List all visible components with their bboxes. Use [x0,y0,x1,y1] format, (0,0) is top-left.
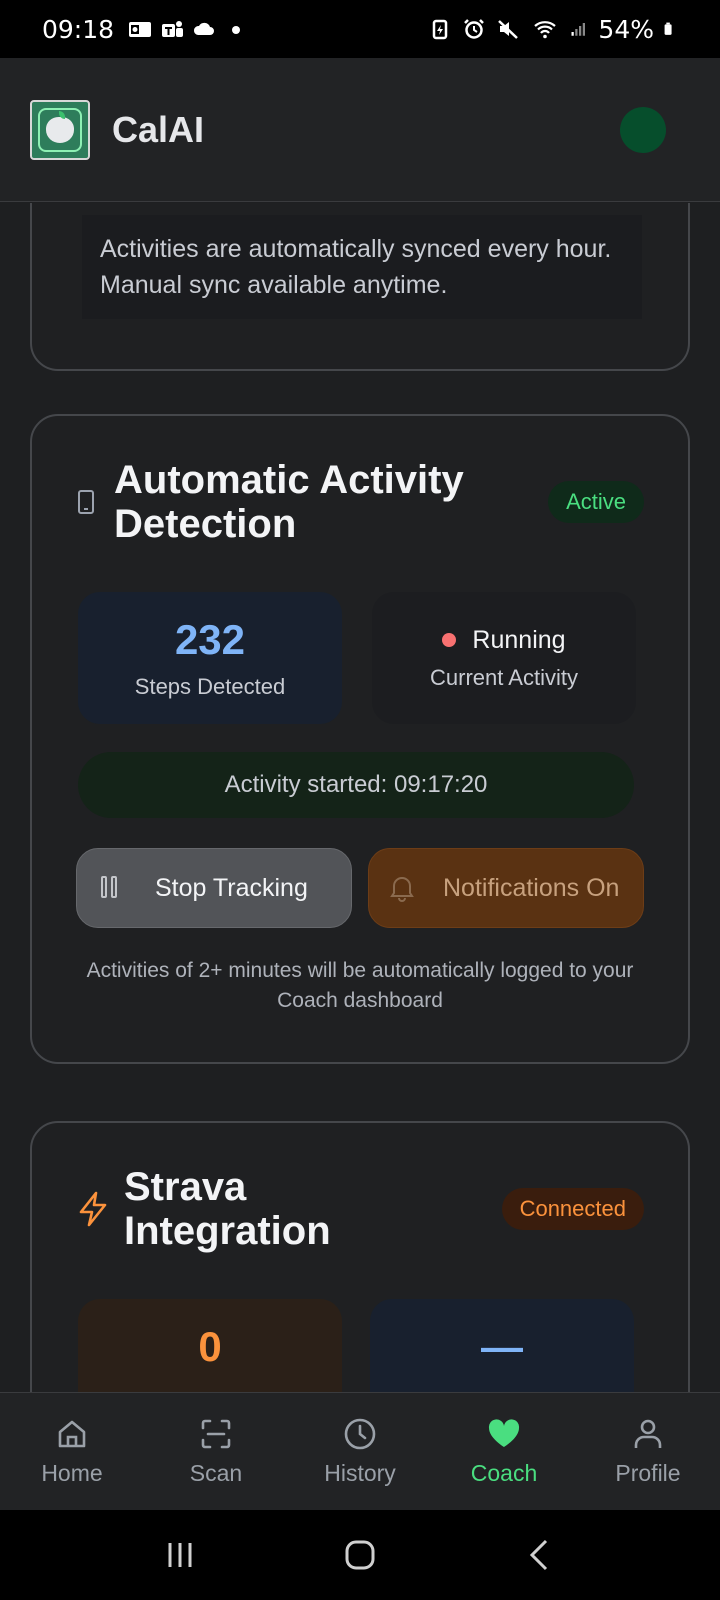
battery-percent: 54% [598,14,654,44]
activity-value-row: Running [442,625,566,655]
recent-apps-icon[interactable] [160,1535,200,1575]
notification-icons [128,18,248,40]
app-logo [30,99,90,160]
nav-home-label: Home [41,1460,103,1486]
battery-saver-icon [433,19,448,40]
nav-home[interactable]: Home [0,1393,144,1510]
strava-stat-value: 0 [198,1323,222,1370]
back-icon[interactable] [520,1535,560,1575]
card-title: Automatic Activity Detection [114,458,464,546]
bell-icon [390,877,414,902]
status-badge: Connected [501,1188,644,1230]
notifications-label: Notifications On [443,873,620,902]
bottom-navigation: Home Scan History Coach Profile [0,1392,720,1510]
stop-tracking-label: Stop Tracking [155,873,308,902]
nav-history[interactable]: History [288,1393,432,1510]
apple-icon [46,110,74,143]
activity-label: Current Activity [430,664,578,690]
nav-coach-label: Coach [470,1460,538,1486]
app-title: CalAI [112,108,205,150]
home-button-icon[interactable] [340,1535,380,1575]
card-header: Automatic Activity Detection Active [78,458,644,546]
mute-icon [498,20,519,39]
system-navigation-bar [0,1510,720,1600]
outlook-icon [129,22,152,37]
scan-icon [201,1419,231,1449]
nav-profile[interactable]: Profile [576,1393,720,1510]
main-content[interactable]: Activities are automatically synced ever… [0,203,720,1393]
smartphone-icon [78,490,94,514]
strava-stat-secondary: — [370,1299,634,1393]
strava-card: Strava Integration Connected 0 — [30,1121,690,1393]
home-icon [58,1420,86,1448]
activity-dot-icon [442,633,457,647]
nav-scan[interactable]: Scan [144,1393,288,1510]
alarm-icon [464,19,485,39]
dot-icon [232,26,241,34]
nav-profile-label: Profile [615,1460,681,1486]
status-badge: Active [548,481,644,523]
auto-log-footnote: Activities of 2+ minutes will be automat… [86,959,634,1012]
strava-stat-value: — [481,1323,523,1370]
nav-coach[interactable]: Coach [432,1393,576,1510]
strava-stat-activities: 0 [78,1299,342,1393]
nav-history-label: History [324,1460,396,1486]
clock-icon [344,1418,376,1450]
lightning-icon [79,1191,107,1227]
steps-stat: 232 Steps Detected [78,592,342,724]
steps-value: 232 [174,616,246,663]
sync-note: Activities are automatically synced ever… [82,215,642,319]
stop-tracking-button[interactable]: Stop Tracking [76,848,352,928]
app-header: CalAI [0,58,720,202]
teams-icon [162,21,184,37]
cloud-icon [194,22,215,35]
card-title: Strava Integration [124,1165,331,1253]
activity-value: Running [472,625,566,654]
battery-icon [664,22,672,35]
steps-label: Steps Detected [134,674,286,699]
activity-detection-card: Automatic Activity Detection Active 232 … [30,414,690,1064]
status-bar: 09:18 54% [0,0,720,58]
wifi-icon [534,21,557,39]
status-time: 09:18 [42,14,115,44]
activity-started: Activity started: 09:17:20 [78,752,634,818]
avatar[interactable] [620,106,666,153]
sync-info-card: Activities are automatically synced ever… [30,203,690,371]
nav-scan-label: Scan [189,1460,243,1486]
user-icon [634,1419,662,1448]
current-activity-stat: Running Current Activity [372,592,636,724]
heart-icon [488,1419,520,1447]
card-header: Strava Integration Connected [76,1165,644,1253]
pause-icon [101,876,121,900]
notifications-button[interactable]: Notifications On [368,848,644,928]
system-icons: 54% [428,15,678,44]
signal-icon [571,23,586,36]
